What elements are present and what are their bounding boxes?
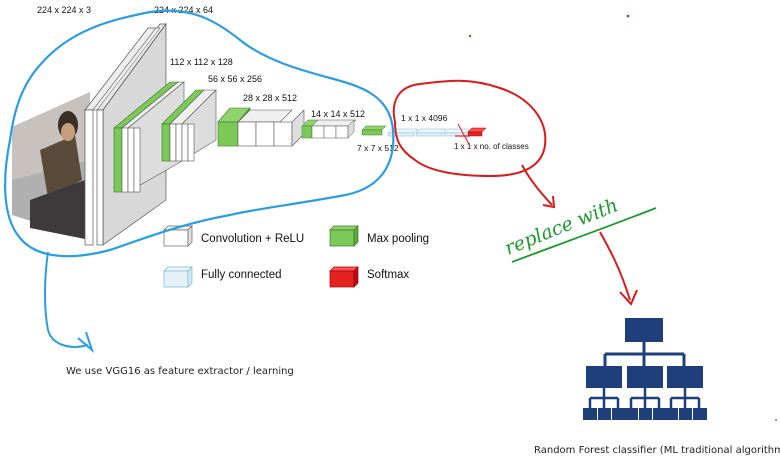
legend-fc-swatch xyxy=(163,266,193,288)
label-conv5: 14 x 14 x 512 xyxy=(311,109,365,119)
legend-fc-label: Fully connected xyxy=(201,269,282,281)
stray-dot-red xyxy=(626,14,630,18)
legend-conv-swatch xyxy=(163,225,193,247)
fc-layers xyxy=(387,128,471,137)
legend-conv-label: Convolution + ReLU xyxy=(201,233,304,245)
stray-dot-green xyxy=(468,34,472,38)
pool5-block xyxy=(361,125,387,136)
random-forest-caption: Random Forest classifier (ML traditional… xyxy=(534,445,780,456)
vgg16-note: We use VGG16 as feature extractor / lear… xyxy=(66,366,294,377)
label-conv2: 112 x 112 x 128 xyxy=(170,57,233,67)
input-image xyxy=(12,92,90,240)
vgg16-diagram: 224 x 224 x 3 224 x 224 x 64 112 x 112 x… xyxy=(4,5,780,456)
legend-softmax-swatch xyxy=(329,266,359,288)
label-fc: 1 x 1 x 4096 xyxy=(401,113,448,123)
stray-dot-blue xyxy=(775,419,777,421)
label-softmax: 1 x 1 x no. of classes xyxy=(454,142,529,151)
blue-down-arrow xyxy=(44,251,89,348)
legend: Convolution + ReLU Max pooling Fully con… xyxy=(163,225,429,288)
red-classifier-loop xyxy=(392,79,547,178)
red-arrow-to-replace xyxy=(521,164,553,206)
legend-pool-swatch xyxy=(329,225,359,247)
softmax-layer xyxy=(467,127,487,137)
label-input: 224 x 224 x 3 xyxy=(37,5,91,15)
red-arrow-to-tree xyxy=(599,231,631,301)
legend-pool-label: Max pooling xyxy=(367,233,429,245)
label-conv3: 56 x 56 x 256 xyxy=(208,74,262,84)
label-conv4: 28 x 28 x 512 xyxy=(243,93,297,103)
conv-block-4 xyxy=(217,107,305,147)
conv-block-5 xyxy=(301,119,357,139)
legend-softmax-label: Softmax xyxy=(367,269,409,281)
random-forest-tree-icon xyxy=(583,318,707,420)
replace-with-note: replace with xyxy=(502,194,622,259)
